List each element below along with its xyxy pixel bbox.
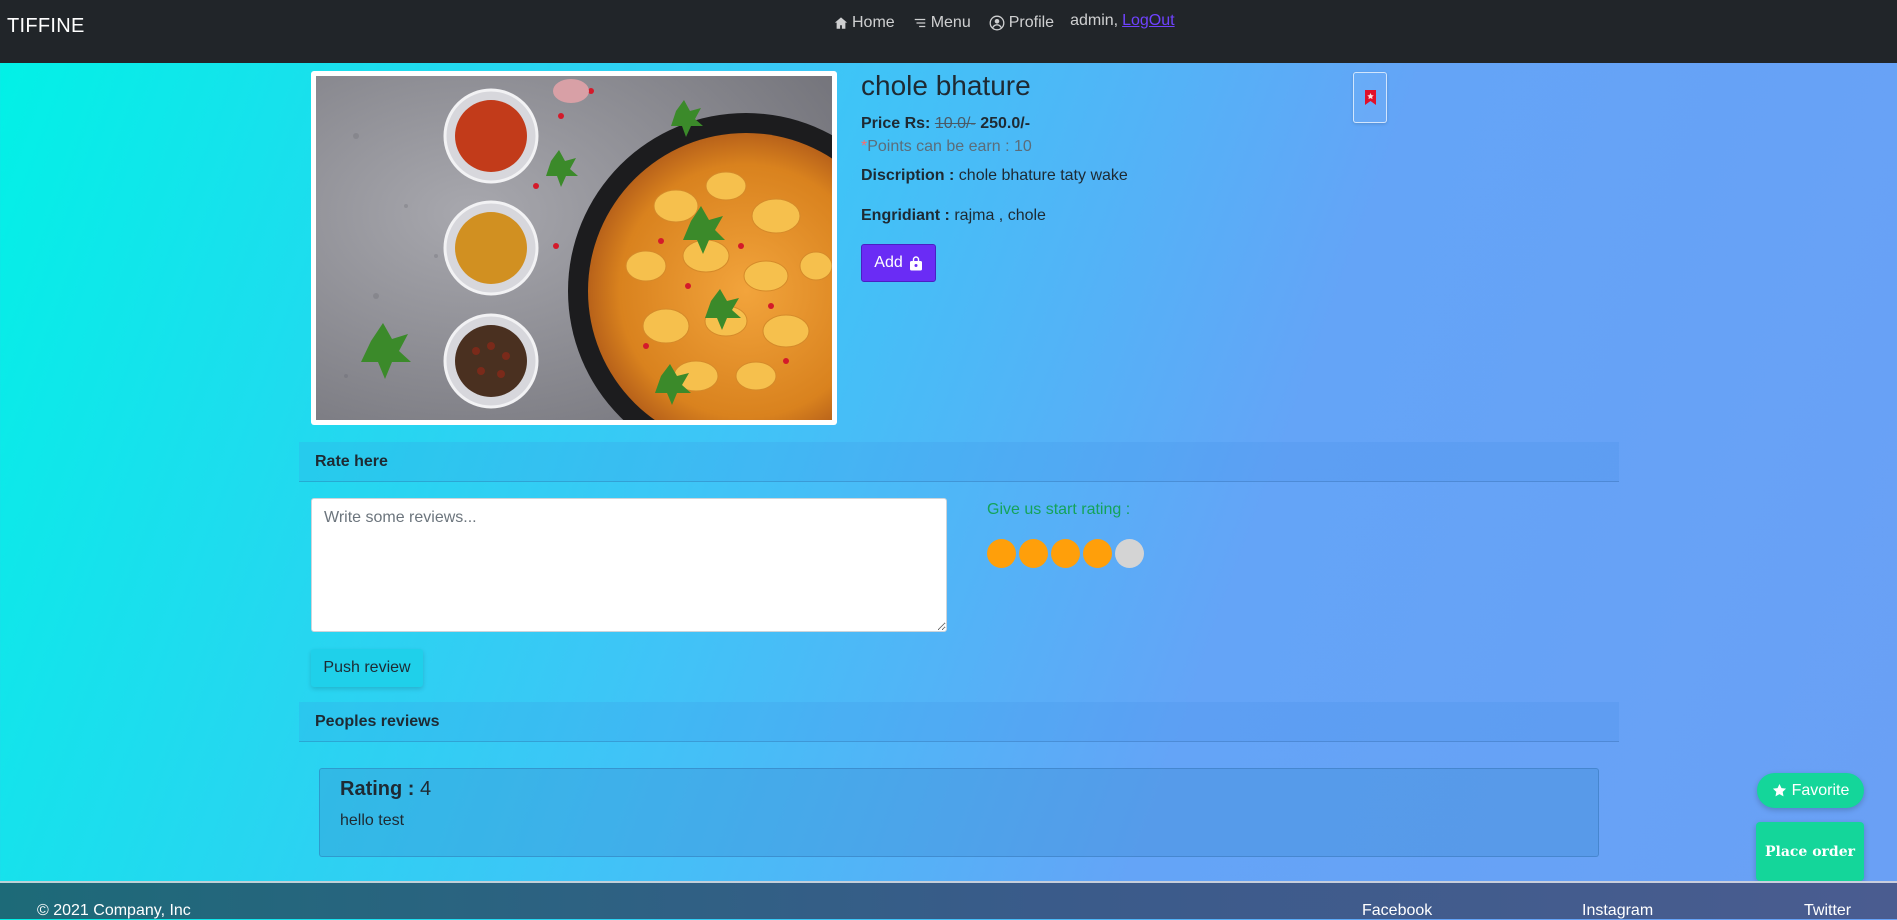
price-label: Price Rs: (861, 115, 931, 132)
rate-section-title: Rate here (315, 452, 388, 470)
menu-lines-icon (914, 18, 925, 28)
rate-section-header: Rate here (299, 442, 1619, 482)
current-user: admin, (1070, 12, 1119, 29)
reviews-section-header: Peoples reviews (299, 702, 1619, 742)
user-circle-icon (989, 15, 1005, 31)
nav-home-label: Home (852, 14, 895, 31)
footer-instagram-link[interactable]: Instagram (1582, 902, 1653, 920)
nav-home-link[interactable]: Home (834, 14, 895, 32)
nav-menu-label: Menu (930, 14, 971, 31)
place-order-button[interactable]: Place order (1756, 822, 1864, 881)
product-ingredients: Engridiant : rajma , chole (861, 207, 1046, 225)
rating-star-1[interactable] (987, 539, 1016, 568)
points-text: Points can be earn : 10 (867, 138, 1032, 155)
rating-star-3[interactable] (1051, 539, 1080, 568)
favorite-label: Favorite (1791, 781, 1850, 799)
add-to-cart-button[interactable]: Add (861, 244, 936, 282)
ingredients-text: rajma , chole (954, 207, 1046, 224)
review-card: Rating : 4 hello test (319, 768, 1599, 857)
nav-menu-link[interactable]: Menu (913, 14, 971, 32)
nav-profile-link[interactable]: Profile (989, 14, 1054, 32)
product-description: Discription : chole bhature taty wake (861, 167, 1128, 185)
footer-facebook-link[interactable]: Facebook (1362, 902, 1432, 920)
star-rating (987, 539, 1147, 568)
rating-star-2[interactable] (1019, 539, 1048, 568)
nav-profile-label: Profile (1008, 14, 1055, 31)
product-price: Price Rs: 10.0/- 250.0/- (861, 115, 1030, 133)
old-price: 10.0/- (934, 115, 976, 132)
new-price: 250.0/- (980, 115, 1031, 132)
product-image (311, 71, 837, 425)
review-rating-value: 4 (420, 778, 432, 800)
shopping-bag-icon (909, 255, 922, 270)
review-input[interactable] (311, 498, 947, 632)
push-review-button[interactable]: Push review (311, 649, 423, 687)
add-label: Add (874, 254, 903, 271)
navbar: TIFFINE Home Menu Profile admin, LogOut (0, 0, 1897, 63)
product-title: chole bhature (861, 70, 1031, 101)
bookmark-icon (1364, 90, 1376, 105)
review-rating: Rating : 4 (340, 778, 431, 801)
ingredients-label: Engridiant : (861, 207, 950, 224)
copyright: © 2021 Company, Inc (37, 902, 191, 919)
review-text: hello test (340, 812, 405, 829)
logout-link[interactable]: LogOut (1122, 12, 1174, 30)
footer: © 2021 Company, Inc Facebook Instagram T… (0, 881, 1897, 919)
points-info: *Points can be earn : 10 (861, 138, 1032, 156)
star-icon (1772, 783, 1786, 797)
description-label: Discription : (861, 167, 955, 184)
reviews-section-title: Peoples reviews (315, 712, 440, 730)
footer-twitter-link[interactable]: Twitter (1804, 902, 1851, 920)
rating-star-4[interactable] (1083, 539, 1112, 568)
brand-logo[interactable]: TIFFINE (7, 15, 85, 38)
rating-prompt: Give us start rating : (987, 501, 1131, 518)
favorite-button[interactable]: Favorite (1757, 773, 1864, 808)
home-icon (834, 17, 848, 29)
rating-star-5[interactable] (1115, 539, 1144, 568)
description-text: chole bhature taty wake (958, 167, 1128, 184)
review-rating-label: Rating : (340, 778, 415, 800)
nav-links: Home Menu Profile admin, LogOut (834, 12, 1175, 32)
bookmark-button[interactable] (1353, 72, 1387, 123)
food-photo (316, 76, 832, 420)
